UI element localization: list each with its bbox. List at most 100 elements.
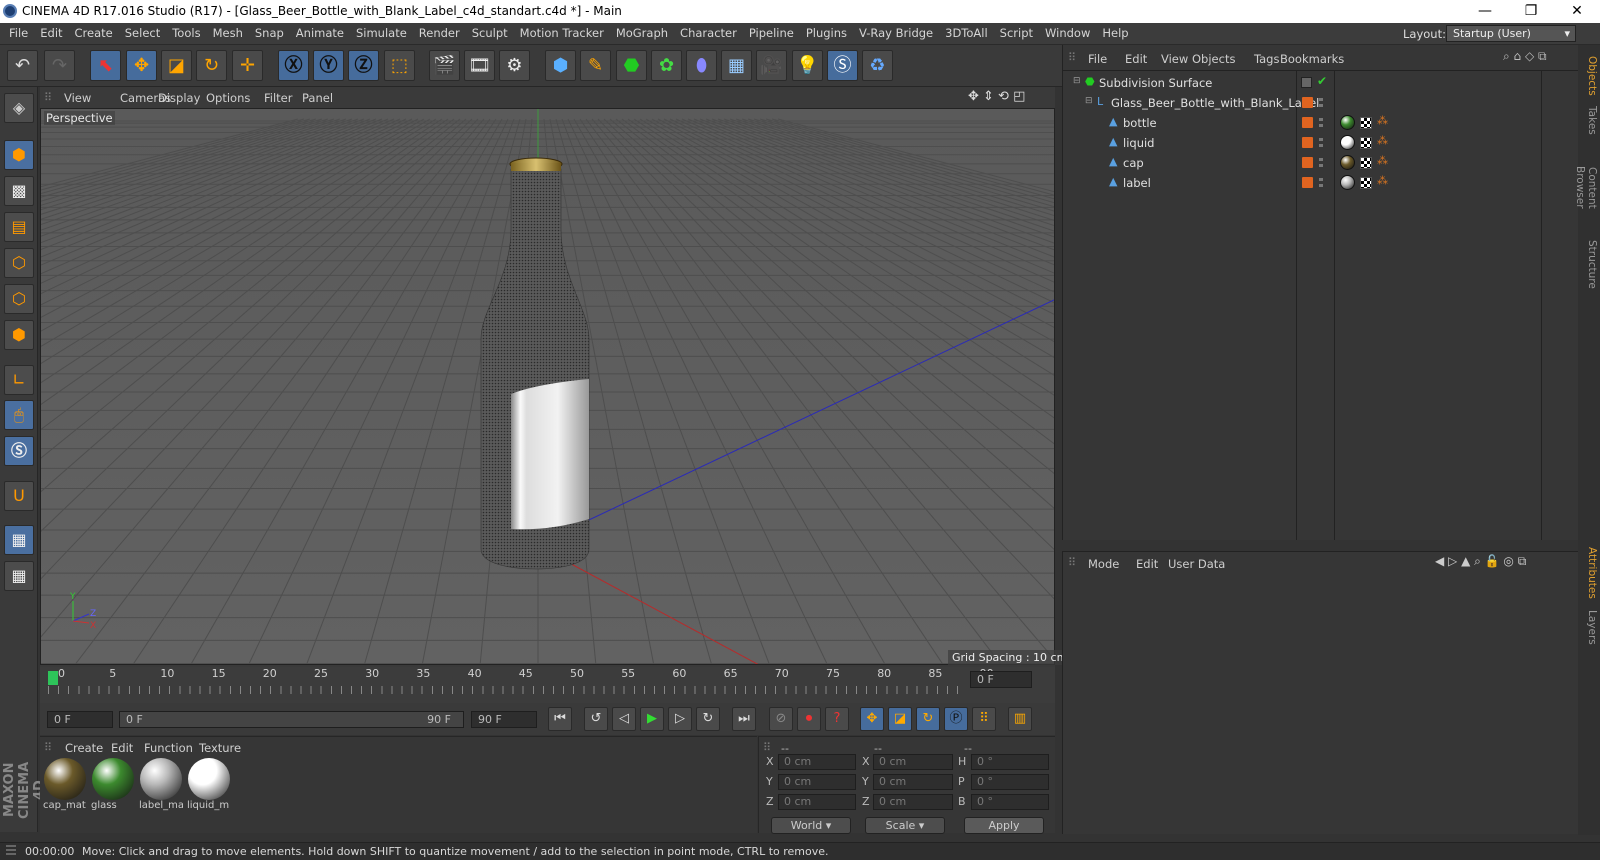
cloner-icon[interactable]: ✿	[651, 50, 682, 81]
play-icon[interactable]: ▶	[640, 707, 664, 731]
menu-select[interactable]: Select	[119, 23, 166, 44]
enabled-check-icon[interactable]: ✔	[1317, 74, 1327, 88]
frame-range-slider[interactable]: 0 F 90 F	[119, 711, 464, 728]
redo-icon[interactable]: ↷	[44, 50, 75, 81]
material-swatch[interactable]: cap_mat	[43, 758, 87, 814]
object-menu-file[interactable]: File	[1088, 52, 1107, 66]
layer-icon[interactable]	[1301, 77, 1312, 88]
record-icon[interactable]: ⏺	[797, 707, 821, 731]
viewport-nav-icons[interactable]: ✥ ⇕ ⟲ ◰	[968, 89, 1025, 104]
tab-structure[interactable]: Structure	[1580, 237, 1598, 292]
object-menu-tags[interactable]: Tags	[1254, 52, 1279, 66]
go-to-start-icon[interactable]: ⏮	[548, 707, 572, 731]
playhead-marker[interactable]	[48, 671, 58, 685]
uv-tag-icon[interactable]	[1360, 177, 1372, 189]
previous-frame-icon[interactable]: ◁	[612, 707, 636, 731]
timeline-ruler[interactable]: 051015202530354045505560657075808590 0 F	[40, 667, 1055, 703]
go-to-end-icon[interactable]: ⏭	[732, 707, 756, 731]
material-tag-icon[interactable]	[1340, 175, 1355, 190]
menu-render[interactable]: Render	[413, 23, 466, 44]
key-parameter-icon[interactable]: Ⓟ	[944, 707, 968, 731]
size-field[interactable]: 0 cm	[873, 774, 953, 790]
object-menu-edit[interactable]: Edit	[1125, 52, 1147, 66]
menu-file[interactable]: File	[3, 23, 34, 44]
x-axis-lock-icon[interactable]: Ⓧ	[278, 50, 309, 81]
expand-toggle-icon[interactable]: ⊟	[1073, 76, 1081, 86]
end-frame-field[interactable]: 90 F	[471, 711, 537, 728]
menu-tools[interactable]: Tools	[166, 23, 206, 44]
minimize-button[interactable]: —	[1462, 0, 1508, 23]
render-picture-viewer-icon[interactable]: 🎞	[464, 50, 495, 81]
uv-tag-icon[interactable]	[1360, 137, 1372, 149]
expand-toggle-icon[interactable]: ⊟	[1085, 96, 1093, 106]
workplane-icon[interactable]: ▦	[4, 525, 34, 555]
axis-mode-icon[interactable]: ∟	[4, 365, 34, 395]
material-tag-icon[interactable]	[1340, 135, 1355, 150]
menu-3dtoall[interactable]: 3DToAll	[939, 23, 994, 44]
python-icon[interactable]: ♻	[862, 50, 893, 81]
key-scale-icon[interactable]: ◪	[888, 707, 912, 731]
render-view-icon[interactable]: 🎬	[429, 50, 460, 81]
points-mode-icon[interactable]: ⬡	[4, 248, 34, 278]
visibility-dots-icon[interactable]	[1319, 178, 1323, 188]
menu-pipeline[interactable]: Pipeline	[743, 23, 800, 44]
phong-tag-icon[interactable]: ⁂	[1377, 154, 1388, 167]
polygons-mode-icon[interactable]: ⬢	[4, 320, 34, 350]
menu-mesh[interactable]: Mesh	[207, 23, 249, 44]
rotation-field[interactable]: 0 °	[971, 794, 1049, 810]
start-frame-field[interactable]: 0 F	[47, 711, 113, 728]
menu-help[interactable]: Help	[1096, 23, 1134, 44]
rotate-tool-icon[interactable]: ↻	[196, 50, 227, 81]
timeline-layout-icon[interactable]: ▥	[1008, 707, 1032, 731]
deformer-icon[interactable]: ⬮	[686, 50, 717, 81]
menu-edit[interactable]: Edit	[34, 23, 68, 44]
object-row-label[interactable]: ▲ label ⁂	[1063, 173, 1579, 193]
position-field[interactable]: 0 cm	[778, 754, 856, 770]
object-menu-objects[interactable]: Objects	[1192, 52, 1235, 66]
object-menu-bookmarks[interactable]: Bookmarks	[1280, 52, 1344, 66]
make-editable-icon[interactable]: ◈	[4, 93, 34, 123]
rotation-field[interactable]: 0 °	[971, 774, 1049, 790]
layer-color-icon[interactable]	[1302, 177, 1313, 188]
keyframe-selection-icon[interactable]: ⊘	[769, 707, 793, 731]
material-menu-texture[interactable]: Texture	[199, 741, 241, 755]
vray-bridge-icon[interactable]: Ⓢ	[827, 50, 858, 81]
menu-v-ray-bridge[interactable]: V-Ray Bridge	[853, 23, 939, 44]
apply-button[interactable]: Apply	[964, 817, 1044, 834]
snapping-icon[interactable]: Ⓢ	[4, 436, 34, 466]
attribute-nav-icons[interactable]: ◀ ▷ ▲ ⌕ 🔓 ◎ ⧉	[1435, 554, 1526, 569]
menu-motion-tracker[interactable]: Motion Tracker	[514, 23, 610, 44]
restore-button[interactable]: ❐	[1508, 0, 1554, 23]
object-row-cap[interactable]: ▲ cap ⁂	[1063, 153, 1579, 173]
previous-key-icon[interactable]: ↺	[584, 707, 608, 731]
size-field[interactable]: 0 cm	[873, 794, 953, 810]
visibility-dots-icon[interactable]	[1319, 118, 1323, 128]
menu-mograph[interactable]: MoGraph	[610, 23, 674, 44]
3d-viewport[interactable]: Y Z X	[40, 108, 1055, 665]
menu-plugins[interactable]: Plugins	[800, 23, 853, 44]
locked-workplane-icon[interactable]: ▦	[4, 561, 34, 591]
render-settings-icon[interactable]: ⚙	[499, 50, 530, 81]
position-field[interactable]: 0 cm	[778, 774, 856, 790]
camera-icon[interactable]: 🎥	[756, 50, 787, 81]
tab-takes[interactable]: Takes	[1580, 103, 1598, 138]
visibility-dots-icon[interactable]	[1319, 158, 1323, 168]
magnet-icon[interactable]: U	[4, 481, 34, 511]
object-manager-tool-icons[interactable]: ⌕ ⌂ ◇ ⧉	[1503, 49, 1547, 64]
texture-mode-icon[interactable]: ▩	[4, 176, 34, 206]
viewport-menu-view[interactable]: View	[64, 91, 91, 105]
object-row-subdivision-surface[interactable]: ⊟ ⬣ Subdivision Surface ✔	[1063, 73, 1579, 93]
layer-color-icon[interactable]	[1302, 137, 1313, 148]
current-frame-field[interactable]: 0 F	[970, 671, 1032, 688]
material-menu-edit[interactable]: Edit	[111, 741, 133, 755]
position-field[interactable]: 0 cm	[778, 794, 856, 810]
phong-tag-icon[interactable]: ⁂	[1377, 114, 1388, 127]
menu-animate[interactable]: Animate	[290, 23, 350, 44]
menu-snap[interactable]: Snap	[249, 23, 290, 44]
layer-color-icon[interactable]	[1302, 117, 1313, 128]
cube-primitive-icon[interactable]: ⬢	[545, 50, 576, 81]
uv-tag-icon[interactable]	[1360, 157, 1372, 169]
material-swatch[interactable]: label_ma	[139, 758, 183, 814]
workplane-mode-icon[interactable]: ▤	[4, 212, 34, 242]
pen-spline-icon[interactable]: ✎	[580, 50, 611, 81]
